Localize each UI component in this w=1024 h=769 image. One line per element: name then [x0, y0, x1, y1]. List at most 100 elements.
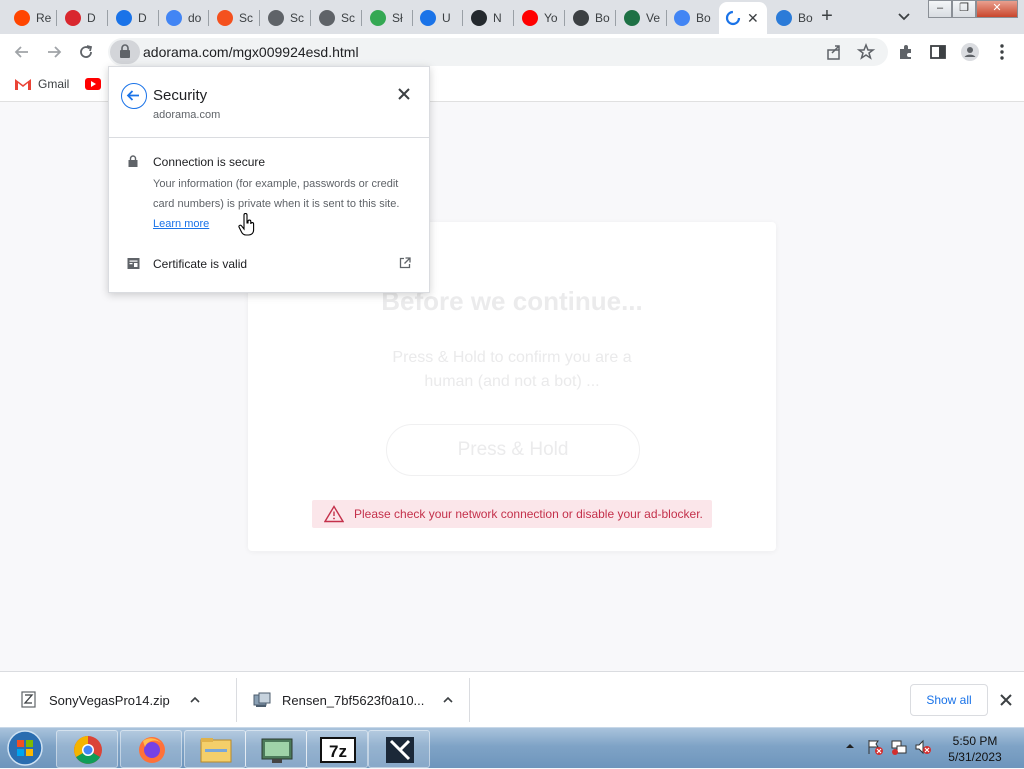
restore-button[interactable]: ❐ — [952, 0, 976, 18]
tab-label: Ve — [646, 11, 661, 25]
tab[interactable]: Ve — [618, 4, 664, 32]
action-center-flag-icon[interactable] — [866, 738, 884, 756]
press-and-hold-button[interactable]: Press & Hold — [386, 424, 640, 476]
close-tab-icon[interactable]: ✕ — [747, 10, 759, 27]
download-filename: Rensen_7bf5623f0a10... — [282, 692, 425, 708]
tab-separator — [666, 10, 667, 26]
7zip-icon: 7z — [320, 737, 356, 763]
reddit-icon — [14, 10, 30, 26]
tab-search-chevron-icon[interactable] — [896, 8, 912, 24]
taskbar-video-editor-button[interactable] — [368, 730, 430, 768]
download-item[interactable]: Rensen_7bf5623f0a10... — [253, 672, 454, 728]
tab-label: do — [188, 11, 202, 25]
download-filename: SonyVegasPro14.zip — [49, 692, 170, 708]
popup-title: Security — [153, 87, 208, 104]
tab[interactable]: Sc — [211, 4, 257, 32]
tab[interactable]: N — [465, 4, 511, 32]
tab-separator — [310, 10, 311, 26]
network-icon[interactable] — [890, 738, 908, 756]
tab[interactable]: Sł — [364, 4, 410, 32]
tab[interactable]: Bo — [770, 4, 816, 32]
tab[interactable]: D — [59, 4, 105, 32]
connection-desc-text: Your information (for example, passwords… — [153, 178, 400, 210]
start-button[interactable] — [4, 729, 46, 767]
windows-taskbar: 7z 5:50 PM 5/31/2023 — [0, 727, 1024, 768]
tab-label: Bo — [595, 11, 610, 25]
extensions-puzzle-icon[interactable] — [896, 42, 916, 62]
close-window-button[interactable]: ✕ — [976, 0, 1018, 18]
tab-label: N — [493, 11, 502, 25]
forward-arrow-icon[interactable] — [44, 42, 64, 62]
tab-label: Sł — [392, 11, 403, 25]
volume-muted-icon[interactable] — [914, 738, 932, 756]
github-icon — [471, 10, 487, 26]
tab-separator — [208, 10, 209, 26]
new-tab-button[interactable]: + — [816, 6, 838, 28]
taskbar-firefox-button[interactable] — [120, 730, 182, 768]
share-icon[interactable] — [824, 42, 844, 62]
learn-more-link[interactable]: Learn more — [153, 218, 209, 230]
certificate-status[interactable]: Certificate is valid — [153, 257, 247, 271]
taskbar-explorer-button[interactable] — [184, 730, 246, 768]
bookmark-gmail[interactable]: Gmail — [14, 77, 69, 91]
loading-icon — [725, 10, 741, 26]
tab-separator — [56, 10, 57, 26]
tab[interactable]: Sc — [313, 4, 359, 32]
upload-orange-icon — [217, 10, 233, 26]
menu-kebab-icon[interactable] — [992, 42, 1012, 62]
tab-label: D — [87, 11, 96, 25]
minimize-button[interactable]: – — [928, 0, 952, 18]
warning-triangle-icon — [324, 505, 344, 523]
tab[interactable]: Bo — [668, 4, 714, 32]
gmail-icon — [14, 77, 32, 91]
download-separator — [236, 678, 237, 722]
tab[interactable]: D — [110, 4, 156, 32]
site-info-lock-button[interactable] — [110, 40, 140, 64]
tab[interactable]: Bo — [567, 4, 613, 32]
tab-separator — [513, 10, 514, 26]
external-link-icon[interactable] — [399, 257, 411, 269]
excel-icon — [624, 10, 640, 26]
bookmark-star-icon[interactable] — [856, 42, 876, 62]
google-icon — [166, 10, 182, 26]
tab-separator — [107, 10, 108, 26]
tab[interactable]: Yo — [516, 4, 562, 32]
tab-separator — [412, 10, 413, 26]
taskbar-7zip-button[interactable]: 7z — [306, 730, 368, 768]
profile-avatar-icon[interactable] — [960, 42, 980, 62]
youtube-icon — [522, 10, 538, 26]
tray-expand-icon[interactable] — [844, 740, 856, 752]
bookmark-label: Gmail — [38, 77, 70, 91]
chevron-up-icon[interactable] — [442, 694, 454, 706]
taskbar-chrome-button[interactable] — [56, 730, 118, 768]
tab-label: Re — [36, 11, 52, 25]
tab[interactable]: Sc — [262, 4, 308, 32]
close-icon[interactable] — [999, 693, 1013, 707]
lock-icon — [127, 155, 139, 167]
tab[interactable]: Re — [8, 4, 54, 32]
show-all-button[interactable]: Show all — [910, 684, 988, 716]
tab[interactable]: ✕ — [719, 2, 767, 34]
security-popup: Security adorama.com Connection is secur… — [108, 66, 430, 293]
mega-icon — [65, 10, 81, 26]
url-text[interactable]: adorama.com/mgx009924esd.html — [143, 44, 359, 60]
tab[interactable]: U — [414, 4, 460, 32]
bookmark-youtube[interactable] — [84, 77, 102, 91]
back-arrow-icon[interactable] — [121, 83, 147, 109]
tab-label: Bo — [798, 11, 813, 25]
back-arrow-icon[interactable] — [12, 42, 32, 62]
tab-label: Yo — [544, 11, 558, 25]
popup-domain: adorama.com — [153, 109, 221, 121]
close-icon[interactable] — [397, 87, 411, 101]
tab-separator — [361, 10, 362, 26]
youtube-icon — [84, 77, 102, 91]
tray-clock[interactable]: 5:50 PM 5/31/2023 — [940, 733, 1010, 765]
reload-icon[interactable] — [76, 42, 96, 62]
taskbar-monitor-button[interactable] — [245, 730, 307, 768]
tab-label: U — [442, 11, 451, 25]
download-item[interactable]: SonyVegasPro14.zip — [20, 672, 201, 728]
side-panel-icon[interactable] — [928, 42, 948, 62]
chevron-up-icon[interactable] — [189, 694, 201, 706]
tab-label: Sc — [239, 11, 254, 25]
tab[interactable]: do — [160, 4, 206, 32]
